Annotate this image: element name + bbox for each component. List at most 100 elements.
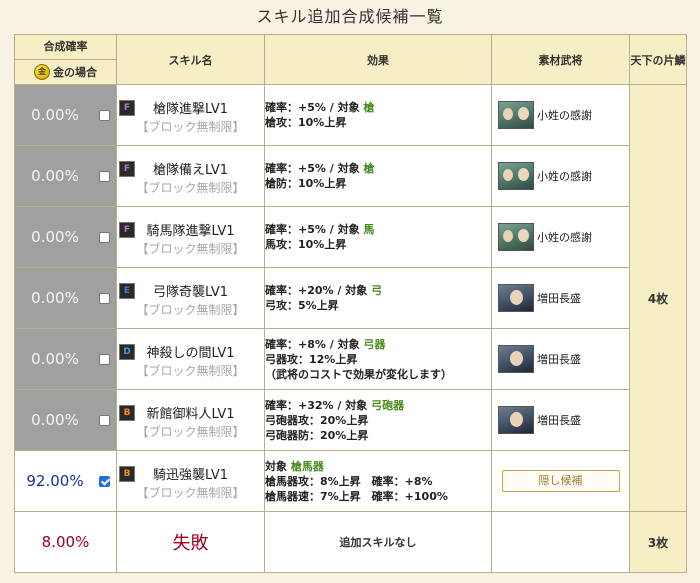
skill-limit: 【ブロック無制限】 xyxy=(136,241,245,256)
effect-target: 馬 xyxy=(363,223,375,236)
rank-badge: F xyxy=(119,222,135,238)
material-name: 小姓の感謝 xyxy=(537,231,592,244)
fail-fragment-count: 3枚 xyxy=(629,511,687,573)
rate-cell: 0.00% xyxy=(14,389,117,451)
material-name: 増田長盛 xyxy=(537,292,581,305)
effect-line-1: 確率：+5% / 対象 xyxy=(265,101,360,114)
effect-line-2: 馬攻：10%上昇 xyxy=(265,238,347,251)
candidate-row: 0.00% B 新館御料人LV1 【ブロック無制限】 確率：+32% / 対象 … xyxy=(14,389,687,451)
effect-line-1: 確率：+20% / 対象 xyxy=(265,284,368,297)
skill-candidate-table: 合成確率 金 金の場合 スキル名 効果 素材武将 天下の片鱗 0.00% F 槍… xyxy=(14,34,687,573)
skill-limit: 【ブロック無制限】 xyxy=(136,302,245,317)
hidden-candidate-button[interactable]: 隠し候補 xyxy=(501,470,620,492)
fail-row: 8.00% 失敗 追加スキルなし 3枚 xyxy=(14,511,687,573)
gold-case-label: 金の場合 xyxy=(53,66,97,79)
effect-target: 槍 xyxy=(363,162,375,175)
effect-line-1: 確率：+5% / 対象 xyxy=(265,162,360,175)
effect-cell: 確率：+8% / 対象 弓器 弓器攻：12%上昇 （武将のコストで効果が変化しま… xyxy=(264,328,492,390)
general-portrait-icon xyxy=(498,101,534,129)
page-title: スキル追加合成候補一覧 xyxy=(256,7,444,26)
rate-cell: 92.00% xyxy=(14,450,117,512)
select-checkbox[interactable] xyxy=(99,109,110,121)
effect-cell: 確率：+5% / 対象 馬 馬攻：10%上昇 xyxy=(264,206,492,268)
effect-cell: 対象 槍馬器 槍馬器攻：8%上昇 確率：+8% 槍馬器速：7%上昇 確率：+10… xyxy=(264,450,492,512)
effect-line-2: 槍攻：10%上昇 xyxy=(265,116,347,129)
select-checkbox[interactable] xyxy=(99,414,110,426)
candidate-row: 0.00% F 騎馬隊進撃LV1 【ブロック無制限】 確率：+5% / 対象 馬… xyxy=(14,206,687,268)
material-cell: 増田長盛 xyxy=(491,267,630,329)
skill-cell: B 騎迅強襲LV1 【ブロック無制限】 xyxy=(116,450,265,512)
skill-limit: 【ブロック無制限】 xyxy=(136,485,245,500)
rank-badge: B xyxy=(119,405,135,421)
rate-header: 合成確率 金 金の場合 xyxy=(14,34,117,85)
skill-cell: E 弓隊奇襲LV1 【ブロック無制限】 xyxy=(116,267,265,329)
skill-limit: 【ブロック無制限】 xyxy=(136,424,245,439)
effect-cell: 確率：+32% / 対象 弓砲器 弓砲器攻：20%上昇 弓砲器防：20%上昇 xyxy=(264,389,492,451)
effect-line-2: 弓砲器攻：20%上昇 xyxy=(265,413,369,427)
effect-cell: 確率：+5% / 対象 槍 槍防：10%上昇 xyxy=(264,145,492,207)
skill-cell: D 神殺しの間LV1 【ブロック無制限】 xyxy=(116,328,265,390)
select-checkbox[interactable] xyxy=(99,292,110,304)
skill-name: 槍隊進撃LV1 xyxy=(153,101,228,117)
skill-cell: F 騎馬隊進撃LV1 【ブロック無制限】 xyxy=(116,206,265,268)
general-portrait-icon xyxy=(498,406,534,434)
rank-badge: F xyxy=(119,100,135,116)
effect-line-2: 弓器攻：12%上昇 xyxy=(265,352,358,366)
rate-value: 0.00% xyxy=(31,289,79,307)
rate-value: 0.00% xyxy=(31,167,79,185)
select-checkbox[interactable] xyxy=(99,475,110,487)
effect-target: 弓砲器 xyxy=(371,398,405,412)
effect-header: 効果 xyxy=(264,34,492,85)
skill-name: 神殺しの間LV1 xyxy=(146,345,235,361)
effect-line-1: 確率：+5% / 対象 xyxy=(265,223,360,236)
rate-cell: 0.00% xyxy=(14,328,117,390)
candidate-row: 0.00% F 槍隊進撃LV1 【ブロック無制限】 確率：+5% / 対象 槍 … xyxy=(14,84,687,512)
material-name: 小姓の感謝 xyxy=(537,109,592,122)
fail-label: 失敗 xyxy=(116,511,265,573)
material-name: 増田長盛 xyxy=(537,414,581,427)
rate-value: 0.00% xyxy=(31,350,79,368)
material-name: 小姓の感謝 xyxy=(537,170,592,183)
rank-badge: D xyxy=(119,344,135,360)
rank-badge: E xyxy=(119,283,135,299)
effect-target: 槍 xyxy=(363,101,375,114)
effect-target: 弓器 xyxy=(363,337,386,351)
gold-coin-icon: 金 xyxy=(34,64,50,80)
skill-limit: 【ブロック無制限】 xyxy=(136,180,245,195)
effect-line-2: 槍防：10%上昇 xyxy=(265,177,347,190)
fail-effect: 追加スキルなし xyxy=(264,511,492,573)
fail-material-cell xyxy=(491,511,630,573)
rate-value: 0.00% xyxy=(31,106,79,124)
effect-line-3: （武将のコストで効果が変化します） xyxy=(265,367,452,381)
rate-value: 0.00% xyxy=(31,228,79,246)
material-cell: 増田長盛 xyxy=(491,389,630,451)
select-checkbox[interactable] xyxy=(99,231,110,243)
select-checkbox[interactable] xyxy=(99,353,110,365)
select-checkbox[interactable] xyxy=(99,170,110,182)
skill-name: 槍隊備えLV1 xyxy=(153,162,228,178)
skill-header: スキル名 xyxy=(116,34,265,85)
skill-cell: F 槍隊備えLV1 【ブロック無制限】 xyxy=(116,145,265,207)
effect-line-2: 弓攻：5%上昇 xyxy=(265,299,339,312)
rate-cell: 0.00% xyxy=(14,267,117,329)
effect-cell: 確率：+20% / 対象 弓 弓攻：5%上昇 xyxy=(264,267,492,329)
skill-name: 新館御料人LV1 xyxy=(146,406,235,422)
material-cell: 隠し候補 xyxy=(491,450,630,512)
skill-limit: 【ブロック無制限】 xyxy=(136,119,245,134)
rate-cell: 0.00% xyxy=(14,206,117,268)
skill-limit: 【ブロック無制限】 xyxy=(136,363,245,378)
rate-cell: 0.00% xyxy=(14,84,117,146)
skill-cell: F 槍隊進撃LV1 【ブロック無制限】 xyxy=(116,84,265,146)
candidate-row: 0.00% D 神殺しの間LV1 【ブロック無制限】 確率：+8% / 対象 弓… xyxy=(14,328,687,390)
material-cell: 小姓の感謝 xyxy=(491,145,630,207)
rate-value: 92.00% xyxy=(26,472,84,490)
material-cell: 小姓の感謝 xyxy=(491,206,630,268)
rate-value: 0.00% xyxy=(31,411,79,429)
count-header: 天下の片鱗 xyxy=(629,34,687,85)
skill-cell: B 新館御料人LV1 【ブロック無制限】 xyxy=(116,389,265,451)
rate-cell: 0.00% xyxy=(14,145,117,207)
candidate-row: 0.00% F 槍隊備えLV1 【ブロック無制限】 確率：+5% / 対象 槍 … xyxy=(14,145,687,207)
rank-badge: B xyxy=(119,466,135,482)
general-portrait-icon xyxy=(498,284,534,312)
material-cell: 小姓の感謝 xyxy=(491,84,630,146)
